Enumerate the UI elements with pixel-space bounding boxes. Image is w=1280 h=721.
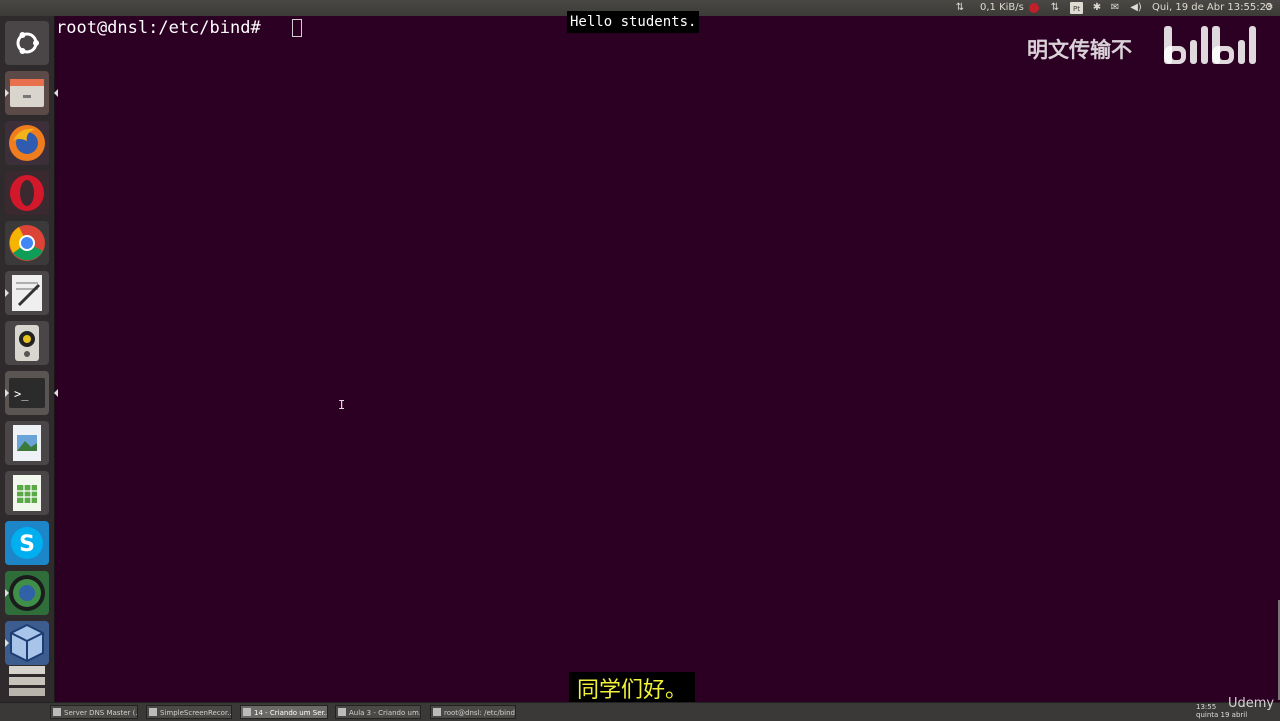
launcher-item-ubuntu-dash[interactable] <box>5 21 49 65</box>
taskbar-item[interactable]: root@dnsl: /etc/bind <box>430 705 516 719</box>
launcher-item-virtualbox[interactable] <box>5 621 49 665</box>
pt-keyboard-icon[interactable]: Pt <box>1070 0 1083 16</box>
watermark-text: 明文传输不 <box>1027 38 1132 62</box>
net-speed: 0,1 KiB/s <box>980 2 1024 13</box>
mail-icon[interactable]: ✉ <box>1109 0 1121 16</box>
launcher-item-rhythmbox[interactable] <box>5 321 49 365</box>
launcher-item-terminal[interactable]: >_ <box>5 371 58 415</box>
network-transfer-icon[interactable]: ⇅ <box>954 0 966 16</box>
ruby-icon[interactable] <box>1028 0 1040 16</box>
text-editor-icon <box>5 271 49 315</box>
launcher-item-image-viewer[interactable] <box>5 421 49 465</box>
firefox-icon <box>5 121 49 165</box>
bluetooth-icon[interactable]: ✱ <box>1091 0 1103 16</box>
taskbar-item-label: SimpleScreenRecor... <box>160 709 232 717</box>
english-subtitle: Hello students. <box>567 11 700 33</box>
launcher-item-workspaces[interactable] <box>5 664 49 700</box>
launcher-item-text-editor[interactable] <box>5 271 49 315</box>
speaker-icon <box>5 321 49 365</box>
bottom-panel: Server DNS Master (... SimpleScreenRecor… <box>0 702 1280 721</box>
datetime[interactable]: Qui, 19 de Abr 13:55:23 <box>1152 0 1272 16</box>
opera-icon <box>5 171 49 215</box>
udemy-watermark: Udemy <box>1228 696 1275 711</box>
taskbar-item-label: Aula 3 - Criando um... <box>349 709 421 717</box>
svg-text:Pt: Pt <box>1073 5 1080 13</box>
ubuntu-logo-icon <box>5 21 49 65</box>
svg-text:>_: >_ <box>14 387 29 401</box>
taskbar-item-label: 14 - Criando um Ser... <box>254 709 328 717</box>
launcher-item-chrome[interactable] <box>5 221 49 265</box>
launcher-item-files[interactable] <box>5 71 58 115</box>
globe-icon <box>5 571 49 615</box>
launcher-item-skype[interactable]: S <box>5 521 49 565</box>
virtualbox-icon <box>5 621 49 665</box>
terminal-icon: >_ <box>5 371 49 415</box>
window-icon <box>338 708 346 716</box>
workspace-icon <box>9 666 45 696</box>
launcher-item-screen-recorder[interactable] <box>5 571 49 615</box>
taskbar-item[interactable]: SimpleScreenRecor... <box>146 705 232 719</box>
launcher-item-spreadsheet[interactable] <box>5 471 49 515</box>
mouse-ibeam-icon: I <box>338 398 346 412</box>
clock-date: quinta 19 abril <box>1196 711 1248 719</box>
window-icon <box>53 708 61 716</box>
taskbar-item-label: Server DNS Master (... <box>64 709 138 717</box>
bilibili-logo <box>1160 22 1260 72</box>
window-icon <box>149 708 157 716</box>
launcher: >_ S <box>0 16 58 702</box>
text-cursor <box>292 19 302 37</box>
window-icon <box>433 708 441 716</box>
launcher-item-firefox[interactable] <box>5 121 49 165</box>
taskbar-item-label: root@dnsl: /etc/bind <box>444 709 515 717</box>
terminal-prompt: root@dnsl:/etc/bind# <box>56 18 261 38</box>
svg-text:S: S <box>19 532 35 557</box>
chrome-icon <box>5 221 49 265</box>
volume-icon[interactable]: ◀) <box>1130 0 1142 16</box>
taskbar-item[interactable]: Aula 3 - Criando um... <box>335 705 421 719</box>
gear-icon[interactable]: ⚙ <box>1263 0 1275 16</box>
skype-icon: S <box>5 521 49 565</box>
window-icon <box>243 708 251 716</box>
image-viewer-icon <box>5 421 49 465</box>
launcher-item-opera[interactable] <box>5 171 49 215</box>
taskbar-item-active[interactable]: 14 - Criando um Ser... <box>240 705 328 719</box>
sync-icon[interactable]: ⇅ <box>1049 0 1061 16</box>
terminal-window[interactable]: root@dnsl:/etc/bind# I <box>54 16 1280 702</box>
file-manager-icon <box>5 71 49 115</box>
taskbar-item[interactable]: Server DNS Master (... <box>50 705 138 719</box>
spreadsheet-icon <box>5 471 49 515</box>
